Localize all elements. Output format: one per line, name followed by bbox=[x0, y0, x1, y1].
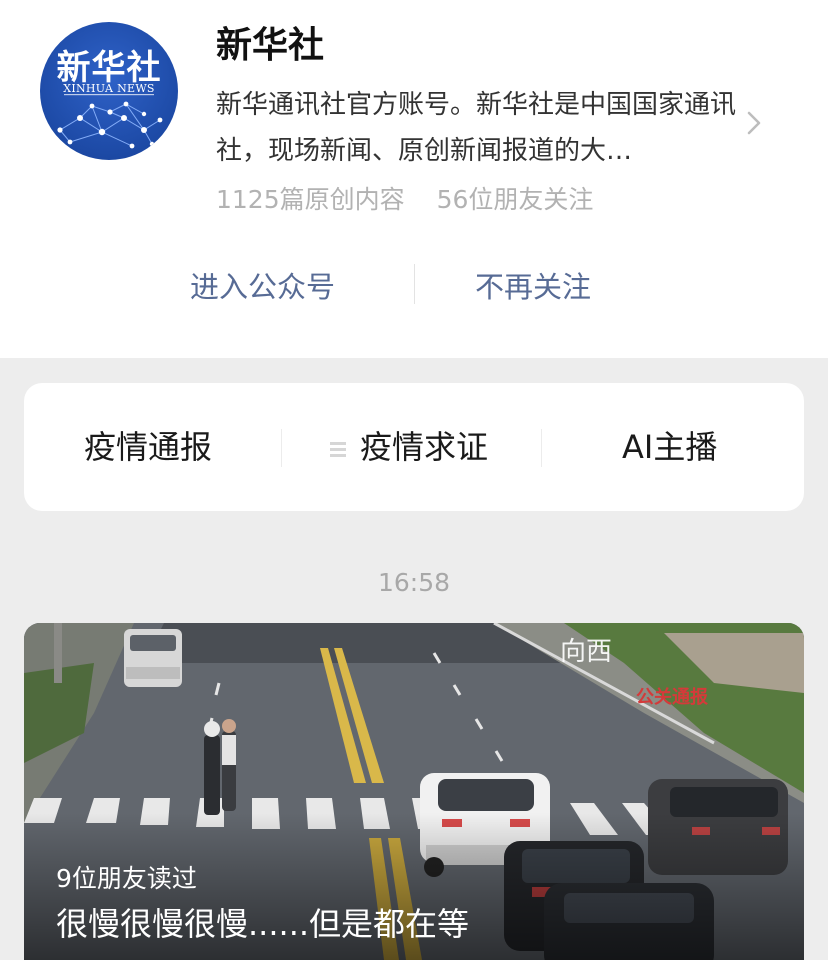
menu-lines-icon bbox=[330, 439, 346, 460]
account-name[interactable]: 新华社 bbox=[216, 16, 324, 68]
chevron-right-icon[interactable] bbox=[744, 108, 764, 138]
camera-watermark: 公关通报 bbox=[636, 687, 708, 708]
menu-item-label: 疫情求证 bbox=[360, 428, 489, 466]
article-headline[interactable]: 很慢很慢很慢......但是都在等 bbox=[56, 899, 469, 945]
article-card[interactable]: 向西 公关通报 9位朋友读过 很慢很慢很慢......但是都在等 bbox=[24, 623, 804, 960]
camera-direction-label: 向西 bbox=[560, 637, 613, 667]
menu-separator bbox=[541, 429, 542, 467]
account-profile-card: 新华社 XINHUA NEWS 新华社 新华通讯社官方账号。新华社是中国国家通讯… bbox=[0, 0, 828, 358]
account-menu: 疫情通报 疫情求证 AI主播 bbox=[24, 383, 804, 511]
unfollow-button[interactable]: 不再关注 bbox=[475, 264, 591, 306]
message-timestamp: 16:58 bbox=[377, 568, 451, 597]
avatar-subtitle: XINHUA NEWS bbox=[63, 82, 155, 95]
original-count: 1125篇原创内容 bbox=[216, 185, 405, 214]
menu-separator bbox=[281, 429, 282, 467]
menu-item-outbreak-factcheck[interactable]: 疫情求证 bbox=[330, 383, 488, 511]
enter-account-button[interactable]: 进入公众号 bbox=[190, 264, 335, 306]
friends-read-count: 9位朋友读过 bbox=[56, 864, 197, 893]
menu-item-outbreak-report[interactable]: 疫情通报 bbox=[84, 383, 212, 511]
action-divider bbox=[414, 264, 415, 304]
account-avatar[interactable]: 新华社 XINHUA NEWS bbox=[40, 22, 178, 160]
friends-following: 56位朋友关注 bbox=[436, 185, 594, 214]
account-stats: 1125篇原创内容 56位朋友关注 bbox=[216, 180, 593, 216]
menu-item-ai-anchor[interactable]: AI主播 bbox=[622, 383, 717, 511]
account-description[interactable]: 新华通讯社官方账号。新华社是中国国家通讯社，现场新闻、原创新闻报道的大… bbox=[216, 82, 736, 174]
